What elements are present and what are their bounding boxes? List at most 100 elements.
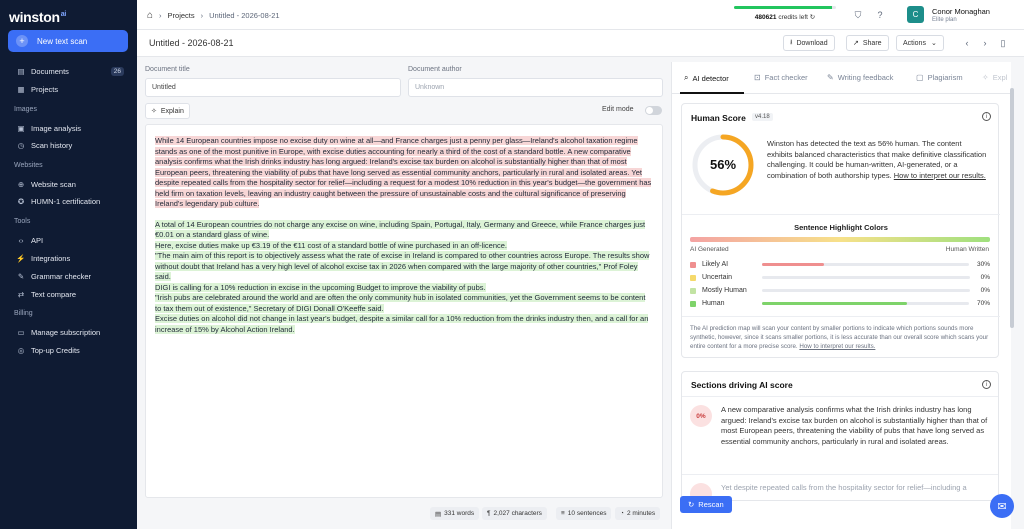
sidebar-item-api[interactable]: ‹› API <box>16 235 124 245</box>
tab-label: Expl <box>992 73 1008 82</box>
shield-icon[interactable]: ⛉ <box>853 10 863 20</box>
sidebar-item-website-scan[interactable]: ⊕ Website scan <box>16 179 124 189</box>
legend-track <box>761 263 969 266</box>
tab-label: Fact checker <box>764 73 808 82</box>
sentence-count: ≡ 10 sentences <box>556 507 612 520</box>
documents-count-badge: 26 <box>110 66 124 76</box>
sections-driving-ai-card: Sections driving AI score i 0% A new com… <box>681 371 999 501</box>
new-text-scan-button[interactable]: + New text scan <box>8 30 128 52</box>
section-text: A new comparative analysis confirms what… <box>721 405 988 446</box>
new-scan-label: New text scan <box>37 36 88 46</box>
legend-percent: 0% <box>980 287 990 294</box>
sidebar-item-projects[interactable]: ▦ Projects <box>16 84 124 94</box>
chevron-down-icon: ⌄ <box>930 40 937 47</box>
user-menu[interactable]: C Conor Monaghan Elite plan <box>907 6 990 23</box>
history-icon: ◷ <box>17 140 25 150</box>
code-icon: ‹› <box>18 235 24 245</box>
doc-title-label: Document title <box>145 66 190 73</box>
info-icon[interactable]: i <box>982 112 991 121</box>
credits-bar-fill <box>734 6 832 9</box>
rescan-button[interactable]: ↻ Rescan <box>680 496 732 513</box>
tab-explain-truncated[interactable]: ✧ Expl <box>982 73 1007 82</box>
actions-dropdown[interactable]: Actions ⌄ <box>896 35 944 51</box>
human-written-label: Human Written <box>945 246 989 253</box>
human-score-value: 56% <box>709 157 737 172</box>
globe-icon: ⊕ <box>17 179 25 189</box>
user-plan: Elite plan <box>932 16 957 23</box>
sidebar-item-label: Top-up Credits <box>31 345 80 355</box>
chevron-left-icon[interactable]: ‹ <box>962 38 972 48</box>
download-icon: ⭳ <box>790 38 793 46</box>
sidebar-item-scan-history[interactable]: ◷ Scan history <box>16 140 124 150</box>
prediction-map-note: The AI prediction map will scan your con… <box>690 324 992 351</box>
words-icon: ▤ <box>435 510 442 518</box>
tab-fact-checker[interactable]: ⊡ Fact checker <box>754 73 808 82</box>
highlighted-sentence-ai: While 14 European countries impose no ex… <box>155 136 652 208</box>
tab-ai-detector[interactable]: ⌕ AI detector <box>684 73 729 83</box>
tab-writing-feedback[interactable]: ✎ Writing feedback <box>827 73 893 82</box>
panel-scrollbar[interactable] <box>1010 88 1014 328</box>
coins-icon: ◎ <box>17 345 25 355</box>
ai-human-gradient-bar <box>690 237 990 242</box>
doc-title-input[interactable]: Untitled <box>145 78 401 97</box>
brand-logo[interactable]: winstonai <box>9 9 66 25</box>
explain-button[interactable]: ✧ Explain <box>145 103 190 119</box>
highlighted-sentence-human: "The main aim of this report is to objec… <box>155 251 650 281</box>
legend-human: Human 70% <box>690 300 990 307</box>
sidebar-item-image-analysis[interactable]: ▣ Image analysis <box>16 123 124 133</box>
divider <box>682 316 1000 317</box>
sidebar-item-label: Text compare <box>31 289 77 299</box>
magnifier-icon: ⌕ <box>684 73 689 82</box>
export-file-icon[interactable]: ▯ <box>998 38 1008 48</box>
document-title: Untitled - 2026-08-21 <box>149 38 234 48</box>
sidebar-item-label: Scan history <box>31 140 73 150</box>
sidebar-item-label: Documents <box>31 66 69 76</box>
highlight-colors-title: Sentence Highlight Colors <box>794 223 888 232</box>
sidebar-item-integrations[interactable]: ⚡ Integrations <box>16 253 124 263</box>
interpret-results-link[interactable]: How to interpret our results. <box>894 171 986 180</box>
download-label: Download <box>796 39 828 47</box>
legend-track <box>762 276 970 279</box>
refresh-icon[interactable]: ↻ <box>810 14 815 21</box>
chevron-right-icon[interactable]: › <box>980 38 990 48</box>
sidebar-item-manage-subscription[interactable]: ▭ Manage subscription <box>16 327 124 337</box>
sidebar-item-label: Projects <box>31 84 59 94</box>
tab-plagiarism[interactable]: ▢ Plagiarism <box>916 73 963 82</box>
breadcrumb-separator: › <box>159 11 162 20</box>
plug-icon: ⚡ <box>16 253 26 263</box>
breadcrumb-projects[interactable]: Projects <box>168 11 195 20</box>
legend-name: Likely AI <box>701 261 729 268</box>
legend-percent: 0% <box>980 274 990 281</box>
word-count-text: 331 words <box>444 510 475 517</box>
actions-label: Actions <box>903 39 926 47</box>
top-bar: ⌂ › Projects › Untitled - 2026-08-21 480… <box>137 0 1024 30</box>
section-text: Yet despite repeated calls from the hosp… <box>721 483 967 492</box>
interpret-results-link-footer[interactable]: How to interpret our results. <box>799 343 875 350</box>
share-button[interactable]: ↗ Share <box>846 35 889 51</box>
characters-icon: ¶ <box>487 510 491 517</box>
sentence-count-text: 10 sentences <box>567 510 607 517</box>
download-button[interactable]: ⭳ Download <box>783 35 835 51</box>
text-editor[interactable]: While 14 European countries impose no ex… <box>145 124 663 498</box>
edit-mode-toggle[interactable] <box>645 106 662 115</box>
legend-likely-ai: Likely AI 30% <box>690 261 990 268</box>
section-score-badge: 0% <box>690 405 712 427</box>
sidebar-item-label: Website scan <box>31 179 76 189</box>
sidebar-item-label: Manage subscription <box>31 327 101 337</box>
doc-author-input[interactable]: Unknown <box>408 78 663 97</box>
sidebar-item-documents[interactable]: ▤ Documents 26 <box>16 66 124 76</box>
sidebar-item-top-up-credits[interactable]: ◎ Top-up Credits <box>16 345 124 355</box>
feedback-icon: ✎ <box>827 73 834 82</box>
document-bar: Untitled - 2026-08-21 ⭳ Download ↗ Share A… <box>137 30 1024 57</box>
help-icon[interactable]: ? <box>875 10 885 20</box>
breadcrumb: ⌂ › Projects › Untitled - 2026-08-21 <box>147 10 286 21</box>
info-icon[interactable]: i <box>982 380 991 389</box>
sidebar-item-grammar-checker[interactable]: ✎ Grammar checker <box>16 271 124 281</box>
character-count: ¶ 2,027 characters <box>482 507 547 520</box>
legend-name: Human <box>701 300 725 307</box>
sidebar-item-text-compare[interactable]: ⇄ Text compare <box>16 289 124 299</box>
card-icon: ▭ <box>17 327 25 337</box>
chat-support-icon[interactable]: ✉ <box>990 494 1014 518</box>
home-icon[interactable]: ⌂ <box>147 10 153 21</box>
sidebar-item-humn-certification[interactable]: ✪ HUMN-1 certification <box>16 196 124 206</box>
